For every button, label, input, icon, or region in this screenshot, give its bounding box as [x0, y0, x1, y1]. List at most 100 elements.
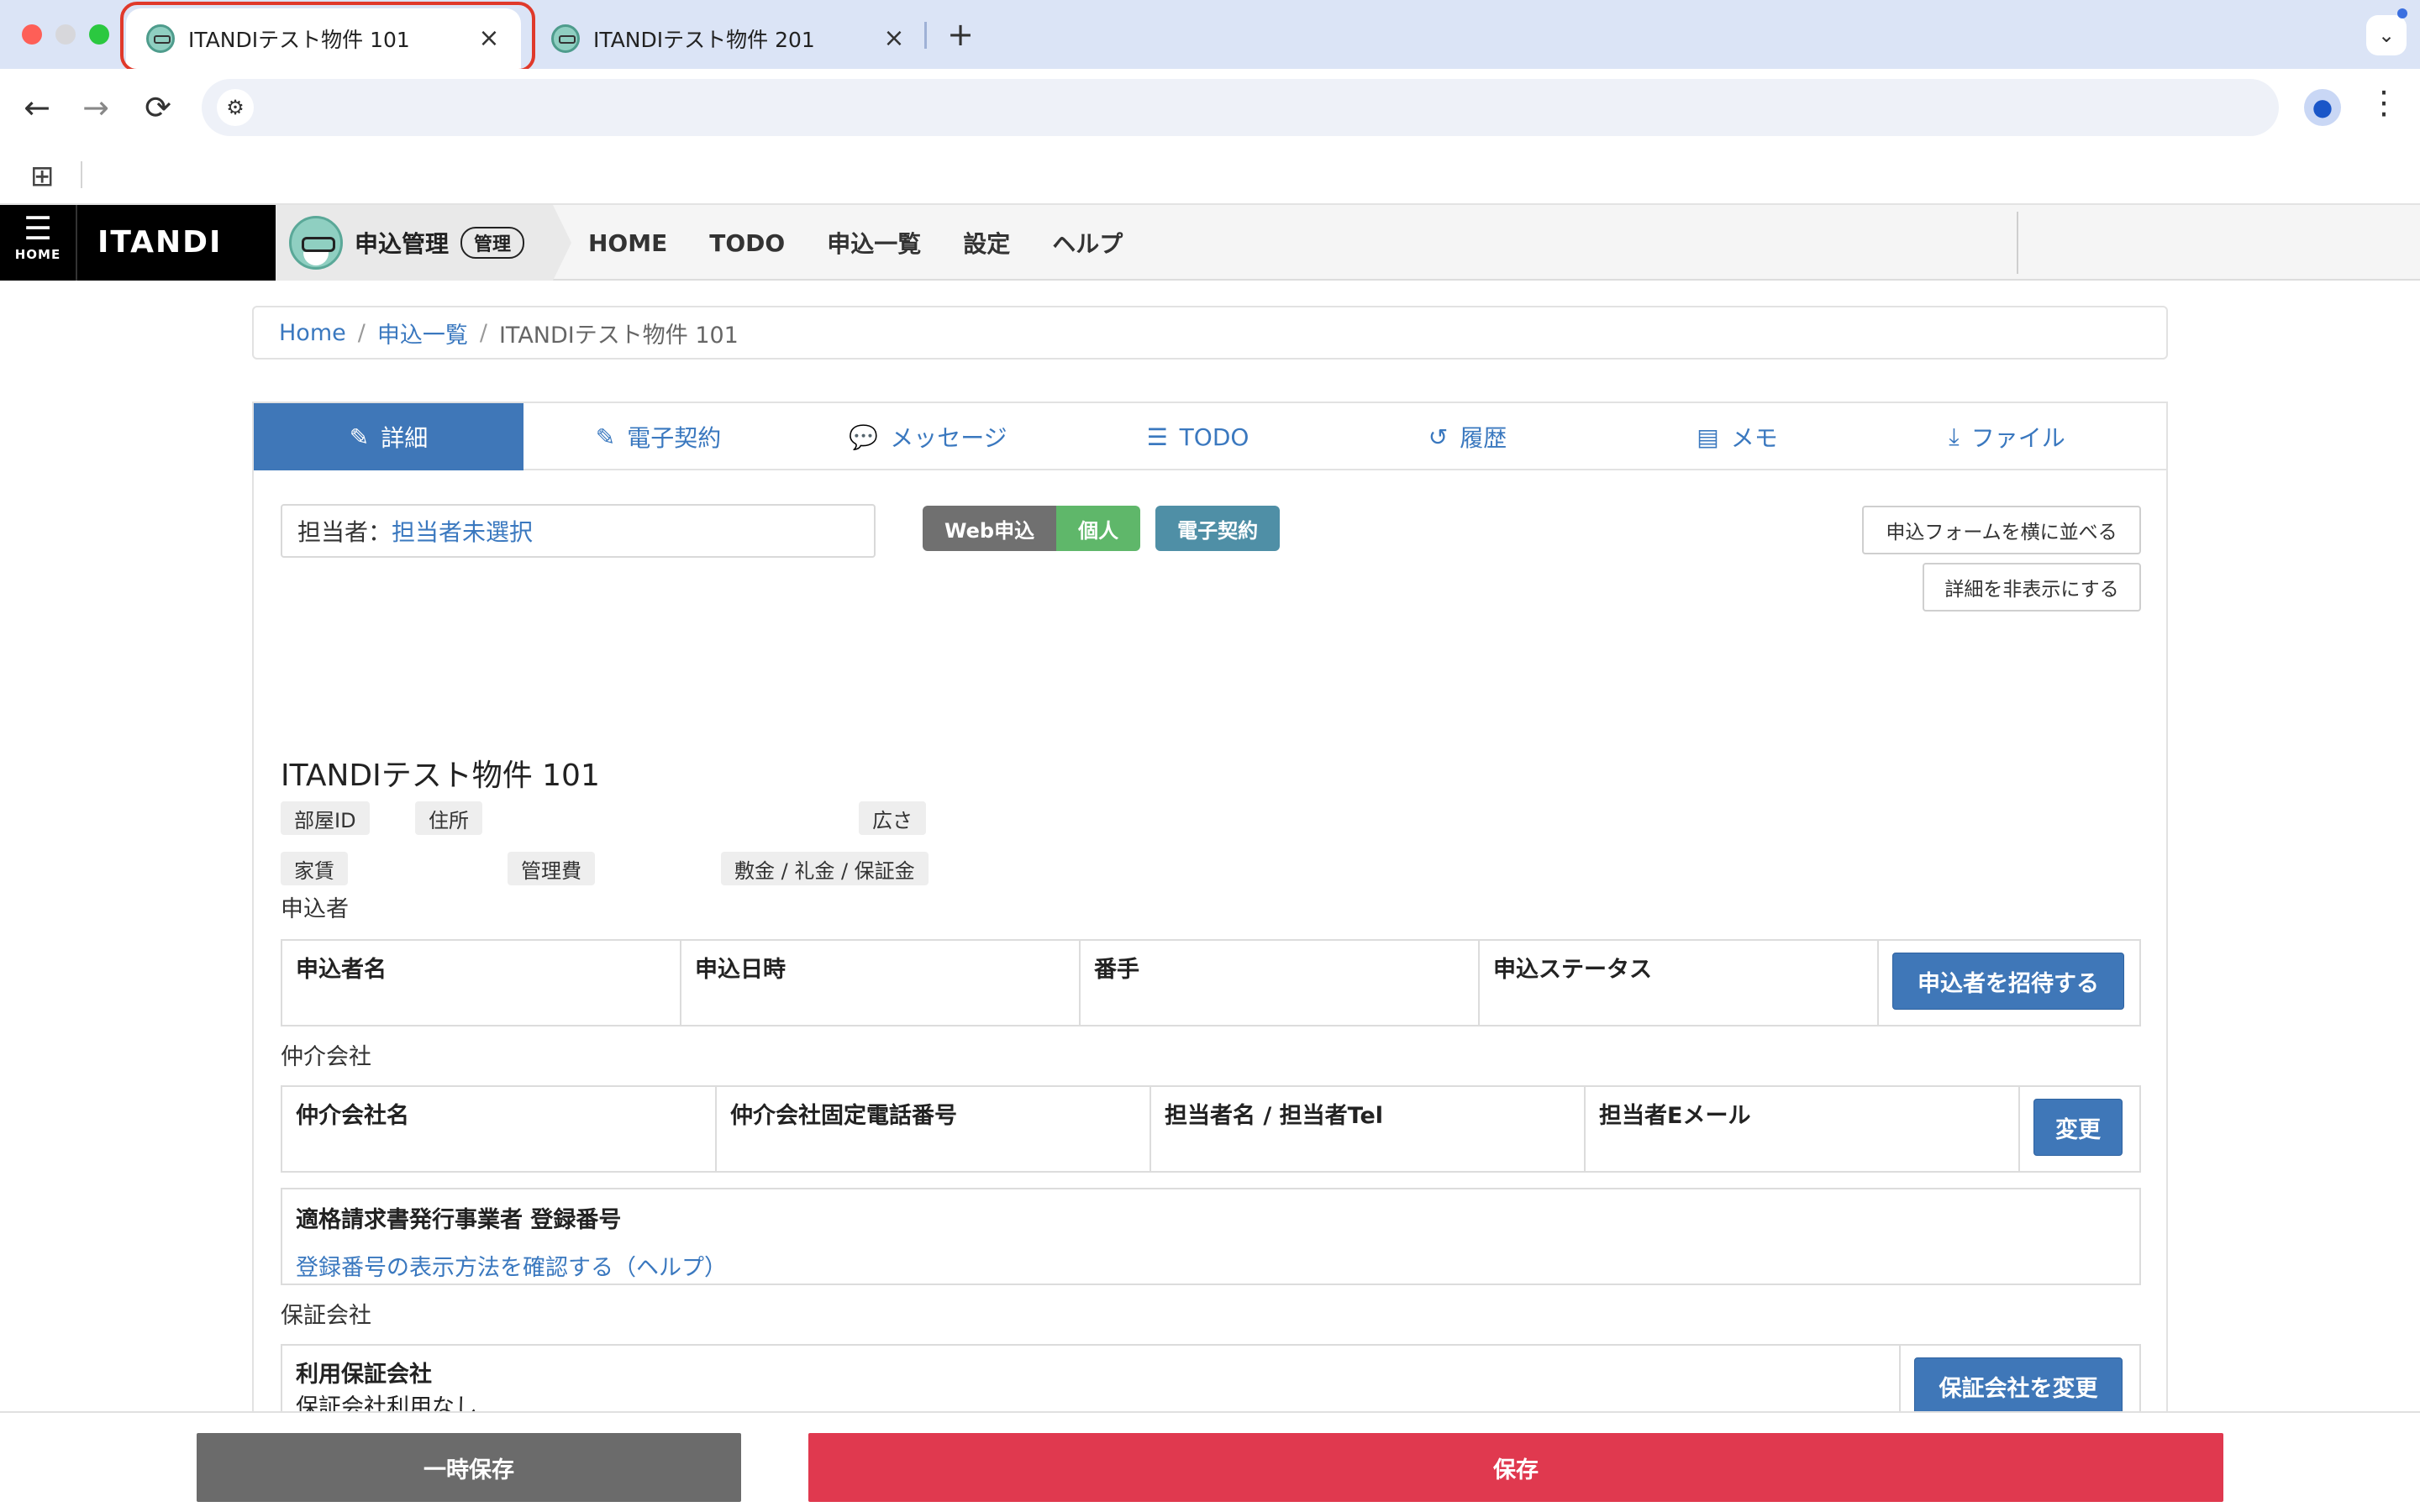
breadcrumb-application-list[interactable]: 申込一覧 — [377, 317, 468, 349]
main-nav: HOME TODO 申込一覧 設定 ヘルプ — [588, 205, 1165, 281]
broker-name-header: 仲介会社名 — [282, 1087, 717, 1171]
browser-tabstrip: ITANDIテスト物件 101 × ITANDIテスト物件 201 × + ⌄ — [0, 0, 2420, 72]
applicant-table: 申込者名 申込日時 番手 申込ステータス 申込者を招待する — [281, 939, 2141, 1026]
tab-e-contract[interactable]: ✎ 電子契約 — [523, 403, 793, 470]
edit-icon: ✎ — [595, 423, 616, 451]
product-badge: 管理 — [460, 227, 525, 259]
tab-separator — [924, 22, 927, 49]
tab-title: ITANDIテスト物件 201 — [593, 28, 815, 52]
room-id-chip: 部屋ID — [281, 801, 370, 835]
nav-todo[interactable]: TODO — [709, 229, 785, 257]
tab-label: 履歴 — [1460, 424, 1507, 452]
breadcrumb-separator: / — [479, 319, 487, 346]
detail-tabbar: ✎ 詳細 ✎ 電子契約 💬 メッセージ ☰ TODO ↺ 履歴 ▤ メモ ⤓ ファイル — [254, 403, 2166, 470]
rent-chip: 家賃 — [281, 852, 348, 885]
hamburger-icon: ☰ — [23, 210, 53, 247]
chat-icon: 💬 — [849, 423, 879, 451]
assignee-value[interactable]: 担当者未選択 — [392, 514, 533, 548]
breadcrumb-home[interactable]: Home — [279, 320, 346, 346]
assignee-field[interactable]: 担当者： 担当者未選択 — [281, 504, 876, 558]
applicant-name-header: 申込者名 — [282, 941, 681, 1025]
nav-application-list[interactable]: 申込一覧 — [827, 226, 921, 260]
invoice-heading: 適格請求書発行事業者 登録番号 — [296, 1207, 622, 1233]
notification-dot — [2397, 8, 2407, 18]
management-fee-chip: 管理費 — [508, 852, 595, 885]
invite-applicant-button[interactable]: 申込者を招待する — [1892, 953, 2124, 1010]
header-separator — [2017, 212, 2018, 274]
list-icon: ☰ — [1146, 423, 1168, 451]
guarantor-label: 利用保証会社 — [296, 1362, 432, 1388]
temporary-save-button[interactable]: 一時保存 — [197, 1433, 741, 1502]
save-button[interactable]: 保存 — [808, 1433, 2223, 1502]
bookmarks-separator — [81, 161, 82, 188]
detail-panel: ✎ 詳細 ✎ 電子契約 💬 メッセージ ☰ TODO ↺ 履歴 ▤ メモ ⤓ ファイル 担当者… — [252, 402, 2168, 1460]
assignee-label: 担当者： — [297, 518, 392, 546]
tab-label: メモ — [1730, 424, 1778, 452]
brand-logo[interactable]: ITANDI BB — [76, 205, 276, 335]
tab-label: メッセージ — [890, 424, 1007, 452]
back-icon[interactable]: ← — [15, 86, 59, 129]
tab-todo[interactable]: ☰ TODO — [1063, 403, 1333, 470]
close-icon[interactable]: × — [879, 24, 909, 54]
profile-avatar-icon[interactable]: ● — [2304, 89, 2341, 126]
address-bar[interactable]: ⚙ ☆ — [202, 79, 2420, 136]
history-icon: ↺ — [1428, 423, 1449, 451]
tab-label: 詳細 — [381, 424, 429, 452]
nav-settings[interactable]: 設定 — [963, 226, 1010, 260]
window-minimize-button[interactable] — [55, 24, 76, 45]
broker-contact-header: 担当者名 / 担当者Tel — [1151, 1087, 1586, 1171]
memo-icon: ▤ — [1697, 423, 1719, 451]
window-close-button[interactable] — [22, 24, 42, 45]
tab-label: TODO — [1179, 423, 1249, 451]
tab-search-icon[interactable]: ⌄ — [2366, 15, 2407, 55]
site-favicon-icon — [551, 24, 580, 53]
edit-icon: ✎ — [349, 423, 370, 451]
tab-detail[interactable]: ✎ 詳細 — [254, 403, 523, 470]
window-zoom-button[interactable] — [89, 24, 109, 45]
breadcrumb-separator: / — [357, 319, 366, 346]
applicant-section-label: 申込者 — [281, 896, 349, 922]
e-contract-badge: 電子契約 — [1155, 506, 1281, 551]
apps-grid-icon[interactable]: ⊞ — [30, 160, 55, 193]
tab-memo[interactable]: ▤ メモ — [1602, 403, 1872, 470]
deposit-chip: 敷金 / 礼金 / 保証金 — [721, 852, 929, 885]
broker-phone-header: 仲介会社固定電話番号 — [717, 1087, 1151, 1171]
side-by-side-form-button[interactable]: 申込フォームを横に並べる — [1862, 506, 2141, 554]
breadcrumb: Home / 申込一覧 / ITANDIテスト物件 101 — [252, 306, 2168, 360]
nav-home[interactable]: HOME — [588, 229, 667, 257]
rank-header: 番手 — [1081, 941, 1480, 1025]
menu-label: HOME — [14, 247, 61, 262]
web-application-badge: Web申込 — [923, 506, 1057, 551]
new-tab-icon[interactable]: + — [939, 13, 981, 55]
forward-icon[interactable]: → — [74, 86, 118, 129]
change-broker-button[interactable]: 変更 — [2033, 1099, 2123, 1156]
tab-message[interactable]: 💬 メッセージ — [793, 403, 1063, 470]
guarantor-section-label: 保証会社 — [281, 1303, 371, 1329]
application-status-header: 申込ステータス — [1480, 941, 1879, 1025]
browser-menu-icon[interactable]: ⋮ — [2368, 84, 2400, 121]
individual-badge: 個人 — [1056, 506, 1141, 551]
product-switcher[interactable]: 申込管理 管理 — [276, 205, 553, 281]
menu-button[interactable]: ☰ HOME — [0, 205, 76, 281]
hide-details-button[interactable]: 詳細を非表示にする — [1923, 563, 2141, 612]
app-header: ☰ HOME ITANDI BB 申込管理 管理 HOME TODO 申込一覧 … — [0, 205, 2420, 335]
tab-label: 電子契約 — [627, 424, 722, 452]
invoice-registration-box: 適格請求書発行事業者 登録番号 登録番号の表示方法を確認する（ヘルプ） — [281, 1188, 2141, 1285]
tab-label: ファイル — [1970, 424, 2065, 452]
invoice-help-link[interactable]: 登録番号の表示方法を確認する（ヘルプ） — [296, 1249, 2126, 1282]
site-settings-icon[interactable]: ⚙ — [217, 89, 254, 126]
download-icon: ⤓ — [1949, 423, 1960, 450]
tab-history[interactable]: ↺ 履歴 — [1333, 403, 1602, 470]
tab-file[interactable]: ⤓ ファイル — [1872, 403, 2142, 470]
broker-section-label: 仲介会社 — [281, 1044, 371, 1070]
area-chip: 広さ — [859, 801, 926, 835]
bookmarks-bar: ⊞ — [0, 146, 2420, 205]
nav-help[interactable]: ヘルプ — [1052, 226, 1123, 260]
product-arrow-shape — [553, 205, 571, 281]
property-title: ITANDIテスト物件 101 — [281, 759, 600, 793]
browser-tab-inactive[interactable]: ITANDIテスト物件 201 × — [531, 8, 926, 69]
reload-icon[interactable]: ⟳ — [136, 86, 180, 129]
change-guarantor-button[interactable]: 保証会社を変更 — [1914, 1357, 2123, 1415]
breadcrumb-current: ITANDIテスト物件 101 — [498, 322, 739, 349]
application-date-header: 申込日時 — [681, 941, 1081, 1025]
